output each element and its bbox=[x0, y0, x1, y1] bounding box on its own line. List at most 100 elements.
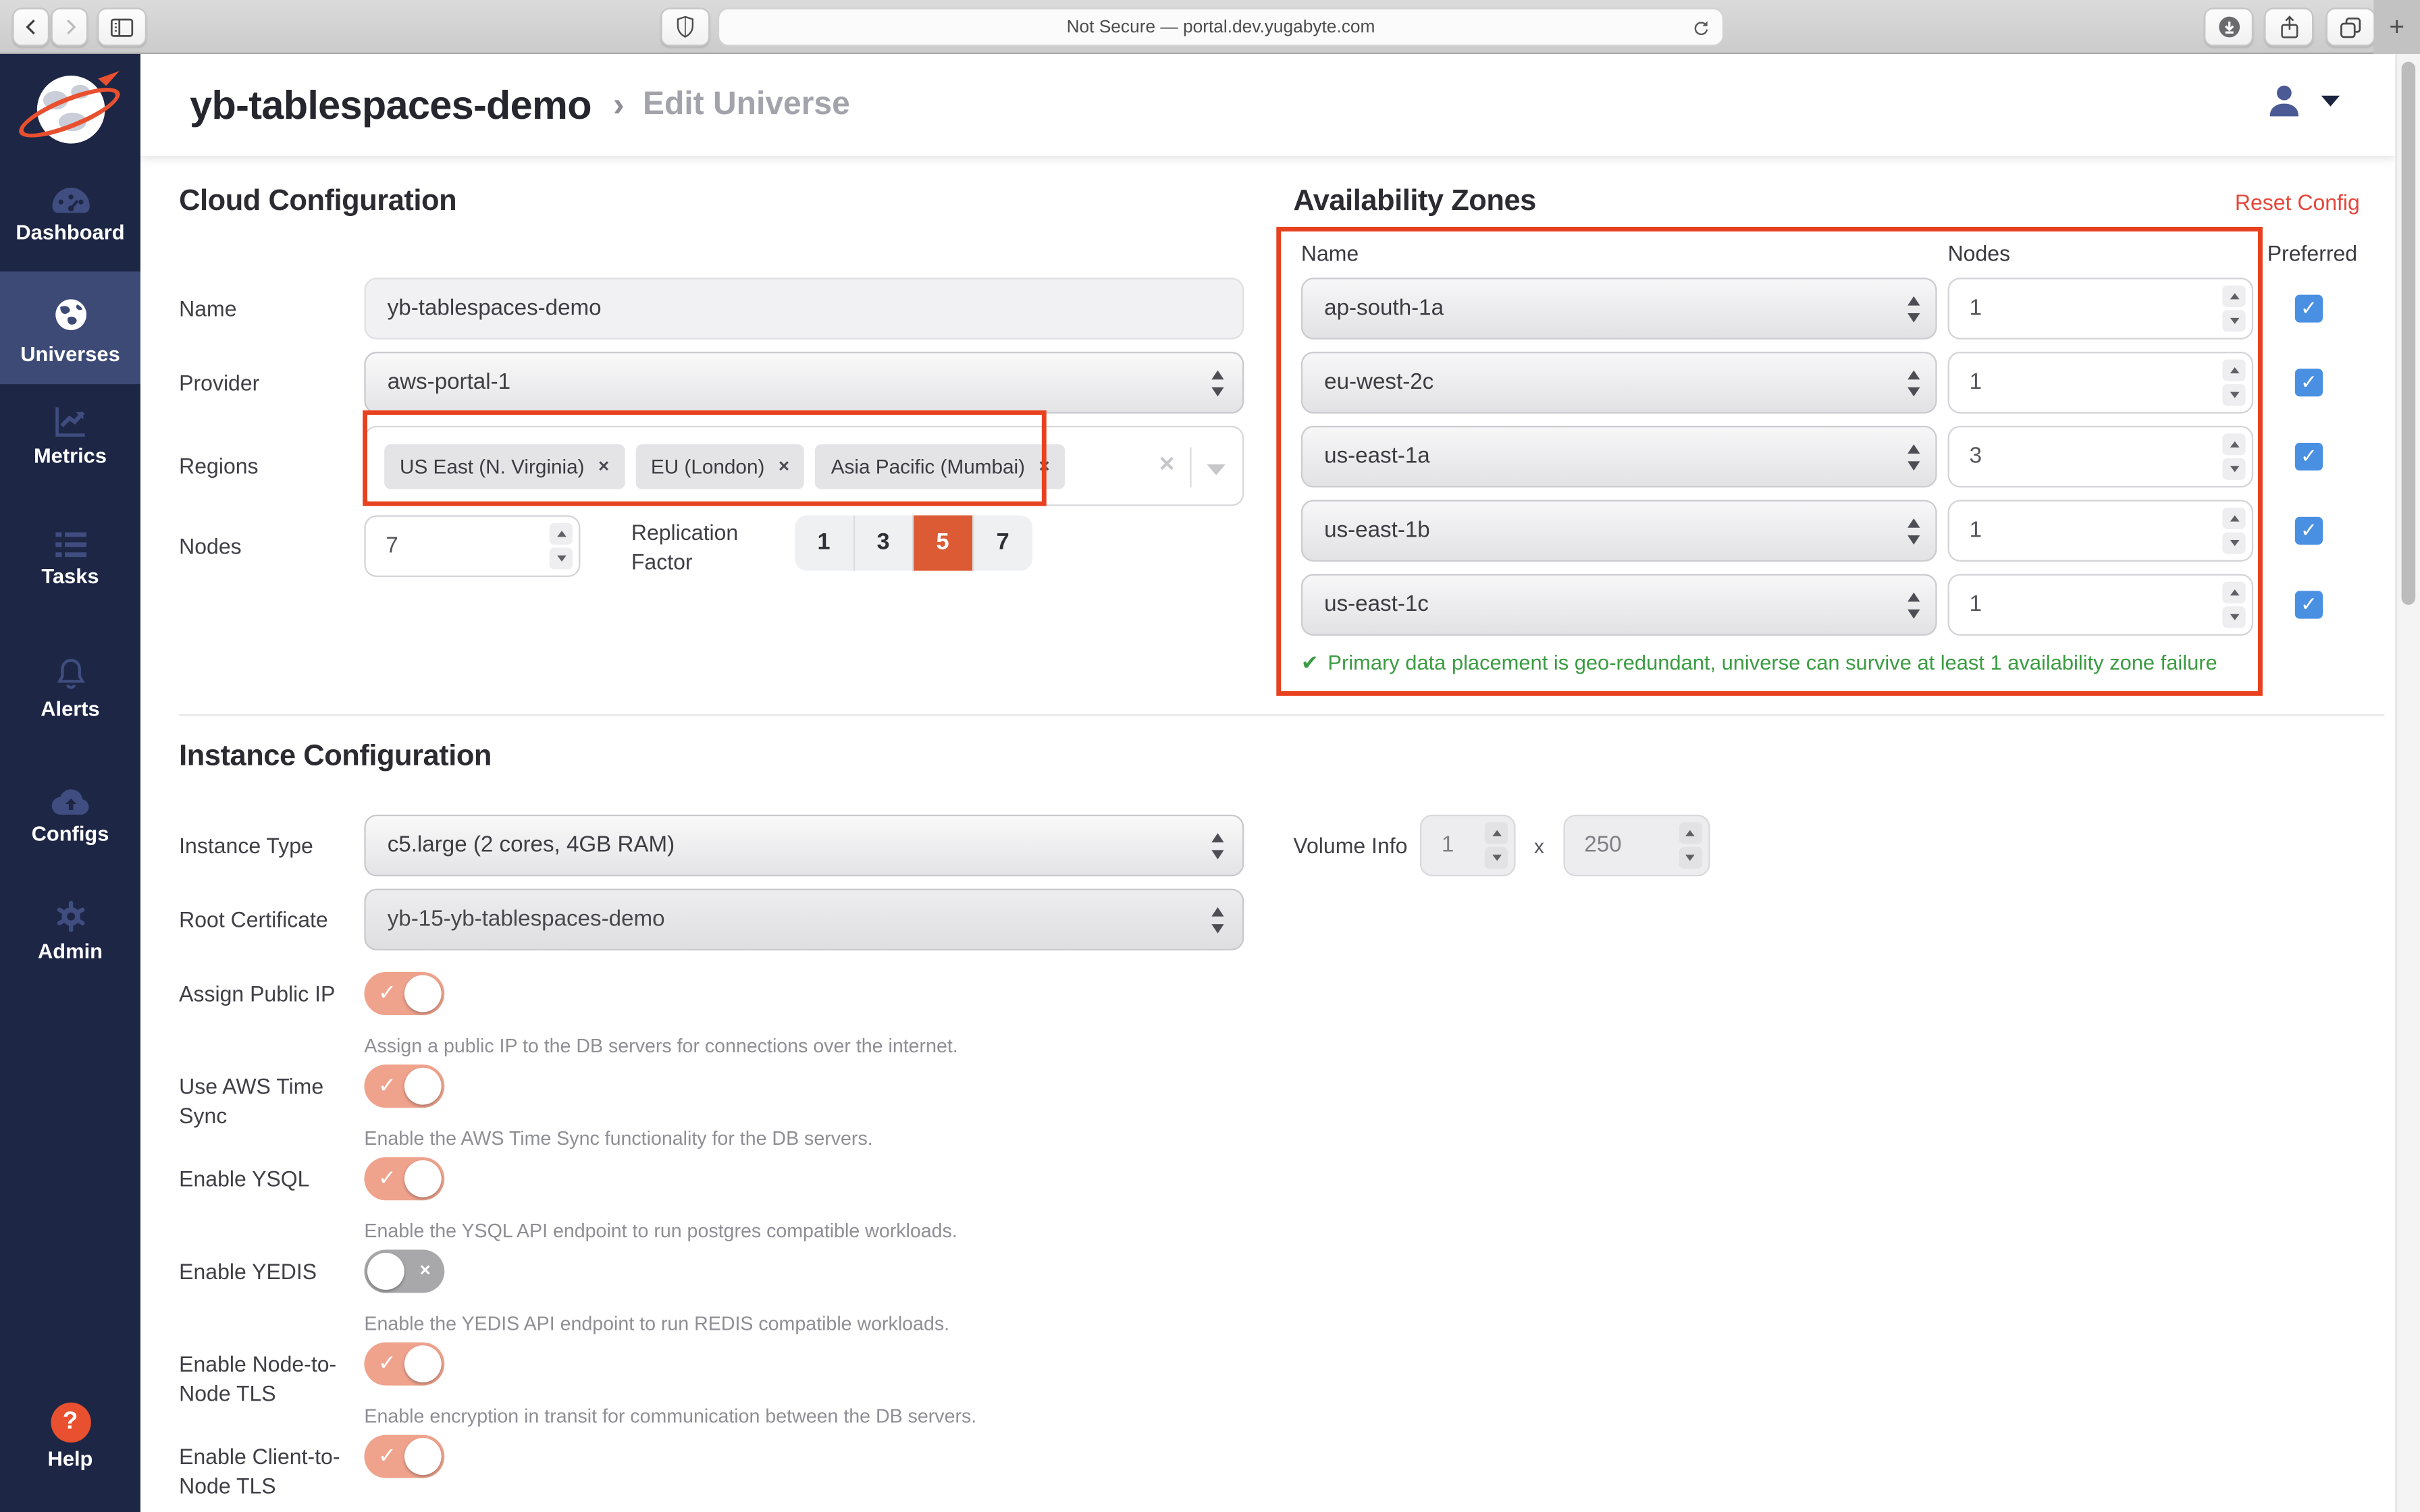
sidebar-item-dashboard[interactable]: Dashboard bbox=[0, 185, 140, 244]
az-nodes-spinner[interactable]: 1 bbox=[1948, 500, 2254, 562]
region-tag[interactable]: EU (London) × bbox=[635, 443, 805, 488]
client-to-node-tls-toggle[interactable]: ✓ bbox=[364, 1435, 444, 1478]
spin-up-icon[interactable] bbox=[2222, 286, 2245, 307]
remove-tag-icon[interactable]: × bbox=[1039, 455, 1050, 477]
az-nodes-spinner[interactable]: 1 bbox=[1948, 574, 2254, 635]
scrollbar-thumb[interactable] bbox=[2402, 61, 2416, 605]
aws-time-sync-toggle[interactable]: ✓ bbox=[364, 1064, 444, 1108]
preferred-checkbox[interactable]: ✓ bbox=[2295, 443, 2323, 470]
preferred-checkbox[interactable]: ✓ bbox=[2295, 591, 2323, 618]
instance-config-heading: Instance Configuration bbox=[179, 740, 1275, 774]
sidebar-item-configs[interactable]: Configs bbox=[0, 787, 140, 846]
downloads-button[interactable] bbox=[2204, 7, 2253, 46]
reset-config-link[interactable]: Reset Config bbox=[2235, 190, 2360, 215]
breadcrumb-separator-icon: › bbox=[613, 85, 625, 125]
spin-down-icon[interactable] bbox=[550, 547, 573, 569]
provider-select[interactable]: aws-portal-1 bbox=[364, 352, 1244, 413]
sidebar-item-tasks[interactable]: Tasks bbox=[0, 529, 140, 588]
spin-down-icon[interactable] bbox=[1679, 847, 1702, 869]
preferred-checkbox[interactable]: ✓ bbox=[2295, 517, 2323, 545]
sidebar-nav: Dashboard Universes Metrics bbox=[0, 54, 140, 1512]
sidebar-toggle-button[interactable] bbox=[97, 7, 147, 46]
regions-multiselect[interactable]: US East (N. Virginia) × EU (London) × As… bbox=[364, 426, 1244, 506]
spin-up-icon[interactable] bbox=[550, 523, 573, 545]
az-nodes-spinner[interactable]: 1 bbox=[1948, 277, 2254, 339]
page-scrollbar[interactable] bbox=[2395, 54, 2420, 1512]
az-nodes-spinner[interactable]: 3 bbox=[1948, 426, 2254, 487]
universes-icon bbox=[52, 296, 89, 333]
chevron-down-icon[interactable] bbox=[1207, 464, 1225, 475]
regions-label: Regions bbox=[179, 426, 364, 481]
check-icon: ✓ bbox=[378, 1442, 396, 1469]
clear-all-icon[interactable]: × bbox=[1159, 449, 1175, 480]
check-icon: ✓ bbox=[378, 1350, 396, 1376]
nodes-row: Nodes 7 Replication Factor 1 3 5 7 bbox=[179, 515, 1275, 576]
address-bar[interactable]: Not Secure — portal.dev.yugabyte.com bbox=[718, 7, 1724, 46]
root-certificate-select[interactable]: yb-15-yb-tablespaces-demo bbox=[364, 889, 1244, 950]
volume-size-spinner[interactable]: 250 bbox=[1562, 815, 1709, 876]
spin-down-icon[interactable] bbox=[1485, 847, 1508, 869]
instance-configuration-section: Instance Configuration Instance Type c5.… bbox=[179, 740, 1275, 1509]
sidebar-item-metrics[interactable]: Metrics bbox=[0, 403, 140, 468]
region-tag[interactable]: US East (N. Virginia) × bbox=[384, 443, 625, 488]
spin-up-icon[interactable] bbox=[2222, 433, 2245, 455]
rf-option-5-selected[interactable]: 5 bbox=[914, 515, 973, 570]
root-certificate-value: yb-15-yb-tablespaces-demo bbox=[388, 907, 665, 932]
yugabyte-logo[interactable] bbox=[27, 66, 113, 153]
remove-tag-icon[interactable]: × bbox=[598, 455, 609, 477]
back-button[interactable] bbox=[12, 7, 49, 46]
share-button[interactable] bbox=[2264, 7, 2313, 46]
sidebar-item-label: Alerts bbox=[0, 697, 140, 720]
sidebar-item-alerts[interactable]: Alerts bbox=[0, 655, 140, 720]
preferred-checkbox[interactable]: ✓ bbox=[2295, 295, 2323, 323]
node-to-node-tls-toggle[interactable]: ✓ bbox=[364, 1343, 444, 1386]
az-nodes-spinner[interactable]: 1 bbox=[1948, 352, 2254, 413]
az-zone-value: us-east-1b bbox=[1324, 518, 1430, 543]
spin-up-icon[interactable] bbox=[2222, 508, 2245, 529]
provider-value: aws-portal-1 bbox=[388, 371, 510, 396]
nodes-spinner[interactable]: 7 bbox=[364, 515, 580, 576]
az-zone-value: us-east-1c bbox=[1324, 593, 1429, 618]
new-tab-button[interactable]: + bbox=[2373, 0, 2420, 54]
remove-tag-icon[interactable]: × bbox=[779, 455, 789, 477]
region-tag[interactable]: Asia Pacific (Mumbai) × bbox=[816, 443, 1066, 488]
user-menu[interactable] bbox=[2264, 80, 2340, 120]
enable-yedis-toggle[interactable]: × bbox=[364, 1249, 444, 1293]
privacy-report-button[interactable] bbox=[660, 7, 710, 46]
rf-option-7[interactable]: 7 bbox=[973, 515, 1032, 570]
spin-down-icon[interactable] bbox=[2222, 458, 2245, 480]
spin-down-icon[interactable] bbox=[2222, 606, 2245, 628]
az-zone-select[interactable]: us-east-1a bbox=[1301, 426, 1937, 487]
az-zone-select[interactable]: ap-south-1a bbox=[1301, 277, 1937, 339]
metrics-icon bbox=[52, 403, 89, 440]
spin-down-icon[interactable] bbox=[2222, 310, 2245, 331]
az-col-name: Name bbox=[1301, 241, 1359, 266]
sidebar-item-universes[interactable]: Universes bbox=[0, 271, 140, 384]
az-zone-select[interactable]: us-east-1b bbox=[1301, 500, 1937, 562]
volume-info-label: Volume Info bbox=[1293, 833, 1419, 858]
az-zone-select[interactable]: us-east-1c bbox=[1301, 574, 1937, 635]
volume-count-spinner[interactable]: 1 bbox=[1420, 815, 1516, 876]
rf-option-1[interactable]: 1 bbox=[795, 515, 854, 570]
spin-up-icon[interactable] bbox=[2222, 582, 2245, 603]
az-nodes-value: 3 bbox=[1970, 444, 1982, 469]
az-zone-select[interactable]: eu-west-2c bbox=[1301, 352, 1937, 413]
enable-ysql-toggle[interactable]: ✓ bbox=[364, 1157, 444, 1200]
spin-up-icon[interactable] bbox=[1679, 822, 1702, 844]
spin-up-icon[interactable] bbox=[2222, 360, 2245, 381]
sidebar-item-help[interactable]: ? Help bbox=[0, 1403, 140, 1471]
assign-public-ip-row: Assign Public IP ✓ Assign a public IP to… bbox=[179, 972, 1275, 1057]
forward-button[interactable] bbox=[51, 7, 88, 46]
rf-option-3[interactable]: 3 bbox=[854, 515, 914, 570]
nodes-value: 7 bbox=[386, 534, 398, 559]
preferred-checkbox[interactable]: ✓ bbox=[2295, 369, 2323, 396]
spin-down-icon[interactable] bbox=[2222, 533, 2245, 554]
tab-overview-button[interactable] bbox=[2326, 7, 2375, 46]
universe-name-input[interactable]: yb-tablespaces-demo bbox=[364, 277, 1244, 339]
reload-button[interactable] bbox=[1691, 17, 1712, 38]
instance-type-select[interactable]: c5.large (2 cores, 4GB RAM) bbox=[364, 815, 1244, 876]
assign-public-ip-toggle[interactable]: ✓ bbox=[364, 972, 444, 1015]
spin-up-icon[interactable] bbox=[1485, 822, 1508, 844]
sidebar-item-admin[interactable]: Admin bbox=[0, 898, 140, 963]
spin-down-icon[interactable] bbox=[2222, 384, 2245, 406]
